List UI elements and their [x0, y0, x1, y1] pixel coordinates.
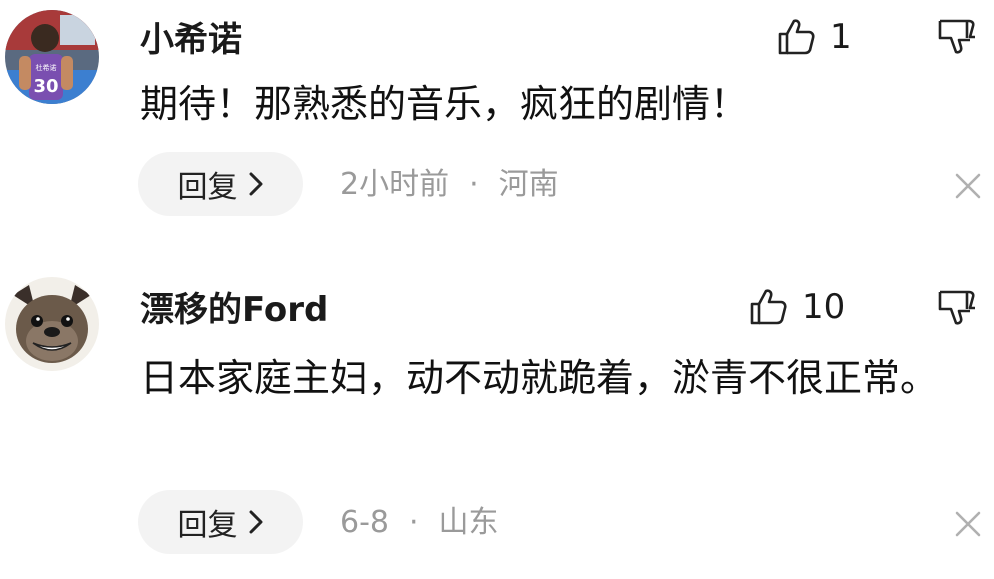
reply-button[interactable]: 回复 [138, 490, 303, 554]
comment-time: 2小时前 [340, 167, 450, 202]
username[interactable]: 小希诺 [140, 20, 242, 60]
avatar[interactable] [5, 277, 99, 371]
username[interactable]: 漂移的Ford [140, 290, 328, 330]
like-count: 10 [802, 287, 846, 327]
like-button[interactable]: 1 [776, 17, 852, 57]
meta-separator: · [469, 167, 479, 202]
close-icon [955, 173, 981, 199]
chevron-right-icon [249, 172, 262, 196]
avatar-image: 杜希诺 30 [5, 10, 99, 104]
reply-label: 回复 [177, 508, 238, 543]
like-count: 1 [830, 17, 852, 57]
comment-text: 期待！那熟悉的音乐，疯狂的剧情！ [140, 82, 749, 126]
jersey-text: 杜希诺 [36, 63, 57, 72]
dislike-button[interactable] [937, 16, 979, 58]
dislike-button[interactable] [937, 287, 979, 329]
close-button[interactable] [952, 508, 984, 540]
reply-label: 回复 [177, 170, 238, 205]
meta-separator: · [409, 505, 419, 540]
thumbs-up-icon [778, 19, 815, 55]
comment-item: 杜希诺 30 小希诺 1 期待！那熟悉的音乐，疯狂的剧情！ 回复 2小时前 · … [0, 0, 994, 250]
jersey-number: 30 [33, 76, 58, 97]
comment-meta: 6-8 · 山东 [340, 503, 499, 543]
avatar-image [5, 277, 99, 371]
comment-item: 漂移的Ford 10 日本家庭主妇，动不动就跪着，淤青不很正常。 回复 6-8 … [0, 250, 994, 579]
thumbs-down-icon [938, 290, 975, 325]
like-button[interactable]: 10 [748, 287, 845, 327]
thumbs-down-icon [938, 19, 975, 54]
avatar[interactable]: 杜希诺 30 [5, 10, 99, 104]
comment-location: 山东 [438, 505, 499, 540]
thumbs-up-icon [750, 289, 787, 325]
comment-meta: 2小时前 · 河南 [340, 165, 559, 205]
comment-time: 6-8 [340, 505, 389, 540]
comment-location: 河南 [498, 167, 559, 202]
comment-text: 日本家庭主妇，动不动就跪着，淤青不很正常。 [140, 356, 939, 400]
close-button[interactable] [952, 170, 984, 202]
chevron-right-icon [249, 510, 262, 534]
reply-button[interactable]: 回复 [138, 152, 303, 216]
close-icon [955, 511, 981, 537]
